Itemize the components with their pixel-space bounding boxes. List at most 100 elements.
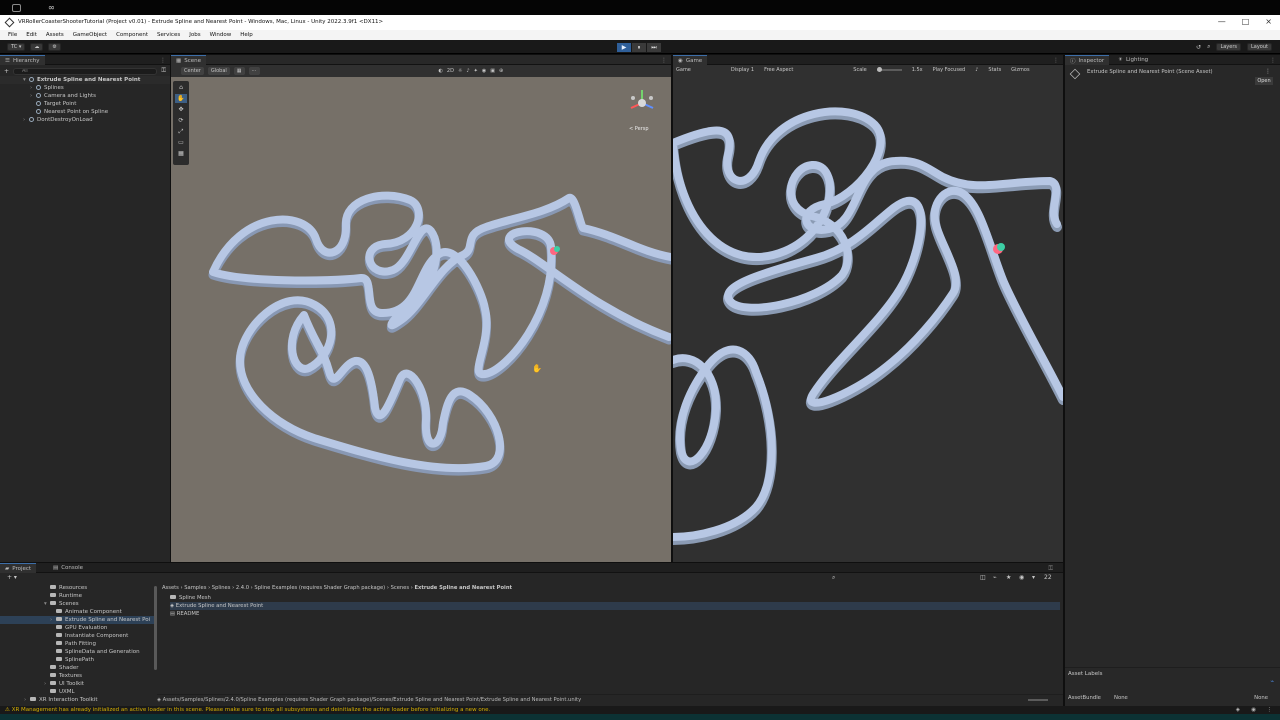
hand-tool-icon[interactable]: ✋ <box>175 94 187 103</box>
pivot-center-dropdown[interactable]: Center <box>181 67 204 75</box>
tab-inspector[interactable]: ⓘ Inspector <box>1065 55 1110 65</box>
breadcrumb-version[interactable]: 2.4.0 <box>236 585 249 591</box>
meta-icon[interactable]: ∞ <box>48 3 64 12</box>
perspective-label[interactable]: < Persp <box>629 126 649 132</box>
more-options-icon[interactable]: ⋮ <box>661 57 667 64</box>
label-tag-icon[interactable]: ⌁ <box>1270 678 1274 685</box>
more-options-icon[interactable]: ⋮ <box>160 57 166 64</box>
breadcrumb-scenes[interactable]: Scenes <box>391 585 410 591</box>
grid-snap-icon[interactable]: ▦ <box>233 67 245 75</box>
tree-row-dontdestroyonload[interactable]: › DontDestroyOnLoad <box>0 116 170 124</box>
search-by-type-icon[interactable]: ◫ <box>980 574 986 581</box>
menu-file[interactable]: File <box>8 32 17 38</box>
layers-dropdown[interactable]: Layers <box>1216 43 1241 51</box>
status-activity-icon[interactable]: ⋮ <box>1267 706 1273 714</box>
increment-snap-icon[interactable]: ⋯ <box>248 67 260 75</box>
menu-window[interactable]: Window <box>210 32 232 38</box>
gizmos-toggle[interactable]: Gizmos <box>1011 67 1029 73</box>
view-mode-icon[interactable]: ▾ <box>1032 574 1035 581</box>
discord-icon[interactable] <box>12 4 21 12</box>
orientation-gizmo-icon[interactable] <box>625 87 659 115</box>
folder-row-shader[interactable]: Shader <box>0 664 157 672</box>
folder-row-uxml[interactable]: UXML <box>0 688 157 696</box>
view-tool-icon[interactable]: ⌂ <box>175 83 187 92</box>
scale-slider[interactable] <box>876 67 902 72</box>
hierarchy-search-input[interactable] <box>13 67 158 75</box>
menu-services[interactable]: Services <box>157 32 180 38</box>
file-row-extrude-scene[interactable]: ◈ Extrude Spline and Nearest Point <box>170 602 1060 610</box>
file-row-spline-mesh[interactable]: Spline Mesh <box>170 594 1060 602</box>
status-cache-icon[interactable]: ◉ <box>1251 706 1256 714</box>
folder-row-extrude-spline[interactable]: › Extrude Spline and Nearest Poi <box>0 616 157 624</box>
favorites-icon[interactable]: ★ <box>1006 574 1011 581</box>
tab-game[interactable]: ◉ Game <box>673 55 708 65</box>
project-search-icon[interactable]: ⌕ <box>832 574 835 582</box>
display-dropdown[interactable]: Display 1 <box>731 67 754 73</box>
create-asset-icon[interactable]: + ▾ <box>7 574 17 581</box>
scene-camera-icon[interactable]: ▣ <box>490 68 495 74</box>
more-options-icon[interactable]: ⋮ <box>1270 57 1276 64</box>
folder-row-gpu-evaluation[interactable]: GPU Evaluation <box>0 624 157 632</box>
settings-gear-icon[interactable]: ⚙ <box>48 43 61 51</box>
cloud-icon[interactable]: ☁ <box>30 43 44 51</box>
menu-gameobject[interactable]: GameObject <box>73 32 107 38</box>
breadcrumb-spline-examples[interactable]: Spline Examples (requires Shader Graph p… <box>254 585 385 591</box>
mode-2d-toggle[interactable]: 2D <box>447 68 454 74</box>
minimize-button[interactable]: — <box>1218 17 1226 26</box>
search-icon[interactable]: ⌕ <box>1207 43 1210 51</box>
aspect-dropdown[interactable]: Free Aspect <box>764 67 793 73</box>
tab-scene[interactable]: ▦ Scene <box>171 55 206 65</box>
close-button[interactable]: × <box>1265 17 1272 26</box>
lock-icon[interactable]: ⚿ <box>161 67 166 75</box>
folder-row-xr-interaction-toolkit[interactable]: › XR Interaction Toolkit <box>0 696 157 704</box>
tab-hierarchy[interactable]: ☰ Hierarchy <box>0 55 45 65</box>
folder-row-path-fitting[interactable]: Path Fitting <box>0 640 157 648</box>
scene-view-panel[interactable]: ▦ Scene ⋮ Center Global ▦ ⋯ ◐ 2D ☼ ♪ ✦ ◉… <box>171 55 671 562</box>
file-row-readme[interactable]: ▤ README <box>170 610 1060 618</box>
gizmos-toggle-icon[interactable]: ⊕ <box>499 68 503 74</box>
search-by-label-icon[interactable]: ⌁ <box>993 574 997 581</box>
tab-lighting[interactable]: ☀ Lighting <box>1113 55 1153 65</box>
folder-row-instantiate-component[interactable]: Instantiate Component <box>0 632 157 640</box>
tree-row-scene[interactable]: ▾ Extrude Spline and Nearest Point <box>0 76 170 84</box>
breadcrumb-samples[interactable]: Samples <box>184 585 206 591</box>
tab-console[interactable]: ▤ Console <box>48 563 88 573</box>
folder-row-animate-component[interactable]: Animate Component <box>0 608 157 616</box>
folder-row-splinepath[interactable]: SplinePath <box>0 656 157 664</box>
hidden-packages-icon[interactable]: ◉ <box>1019 574 1024 581</box>
menu-help[interactable]: Help <box>240 32 253 38</box>
rect-tool-icon[interactable]: ▭ <box>175 138 187 147</box>
menu-component[interactable]: Component <box>116 32 148 38</box>
folder-row-ui-toolkit[interactable]: › UI Toolkit <box>0 680 157 688</box>
pause-button[interactable]: ⏸ <box>632 43 646 52</box>
scene-spline-canvas[interactable] <box>171 77 671 562</box>
asset-bundle-variant-dropdown[interactable]: None <box>1254 695 1268 701</box>
inspector-settings-icon[interactable]: ⋮ <box>1265 68 1271 75</box>
menu-edit[interactable]: Edit <box>26 32 37 38</box>
tree-row-nearest-point[interactable]: Nearest Point on Spline <box>0 108 170 116</box>
play-focused-dropdown[interactable]: Play Focused <box>933 67 966 73</box>
draw-mode-icon[interactable]: ◐ <box>439 68 443 74</box>
maximize-button[interactable]: □ <box>1242 17 1250 26</box>
lighting-toggle-icon[interactable]: ☼ <box>458 68 462 74</box>
game-mode-dropdown[interactable]: Game <box>676 67 691 73</box>
tree-row-camera-and-lights[interactable]: › Camera and Lights <box>0 92 170 100</box>
step-button[interactable]: ⏭ <box>647 43 661 52</box>
scale-tool-icon[interactable]: ⤢ <box>175 127 187 136</box>
game-nearest-point[interactable] <box>997 243 1005 251</box>
breadcrumb-current[interactable]: Extrude Spline and Nearest Point <box>414 585 512 591</box>
menu-assets[interactable]: Assets <box>46 32 64 38</box>
open-button[interactable]: Open <box>1255 77 1273 85</box>
scene-nearest-point[interactable] <box>554 246 560 252</box>
status-bar[interactable]: ⚠ XR Management has already initialized … <box>0 706 1280 714</box>
game-spline-canvas[interactable] <box>673 75 1063 562</box>
thumbnail-size-slider[interactable] <box>1028 699 1048 701</box>
folder-row-splinedata-generation[interactable]: SplineData and Generation <box>0 648 157 656</box>
folder-row-resources[interactable]: Resources <box>0 584 157 592</box>
layout-dropdown[interactable]: Layout <box>1247 43 1272 51</box>
effects-toggle-icon[interactable]: ✦ <box>474 68 478 74</box>
audio-toggle-icon[interactable]: ♪ <box>466 68 469 74</box>
tree-row-splines[interactable]: › Splines <box>0 84 170 92</box>
hidden-objects-icon[interactable]: ◉ <box>482 68 486 74</box>
folder-row-scenes[interactable]: ▾ Scenes <box>0 600 157 608</box>
